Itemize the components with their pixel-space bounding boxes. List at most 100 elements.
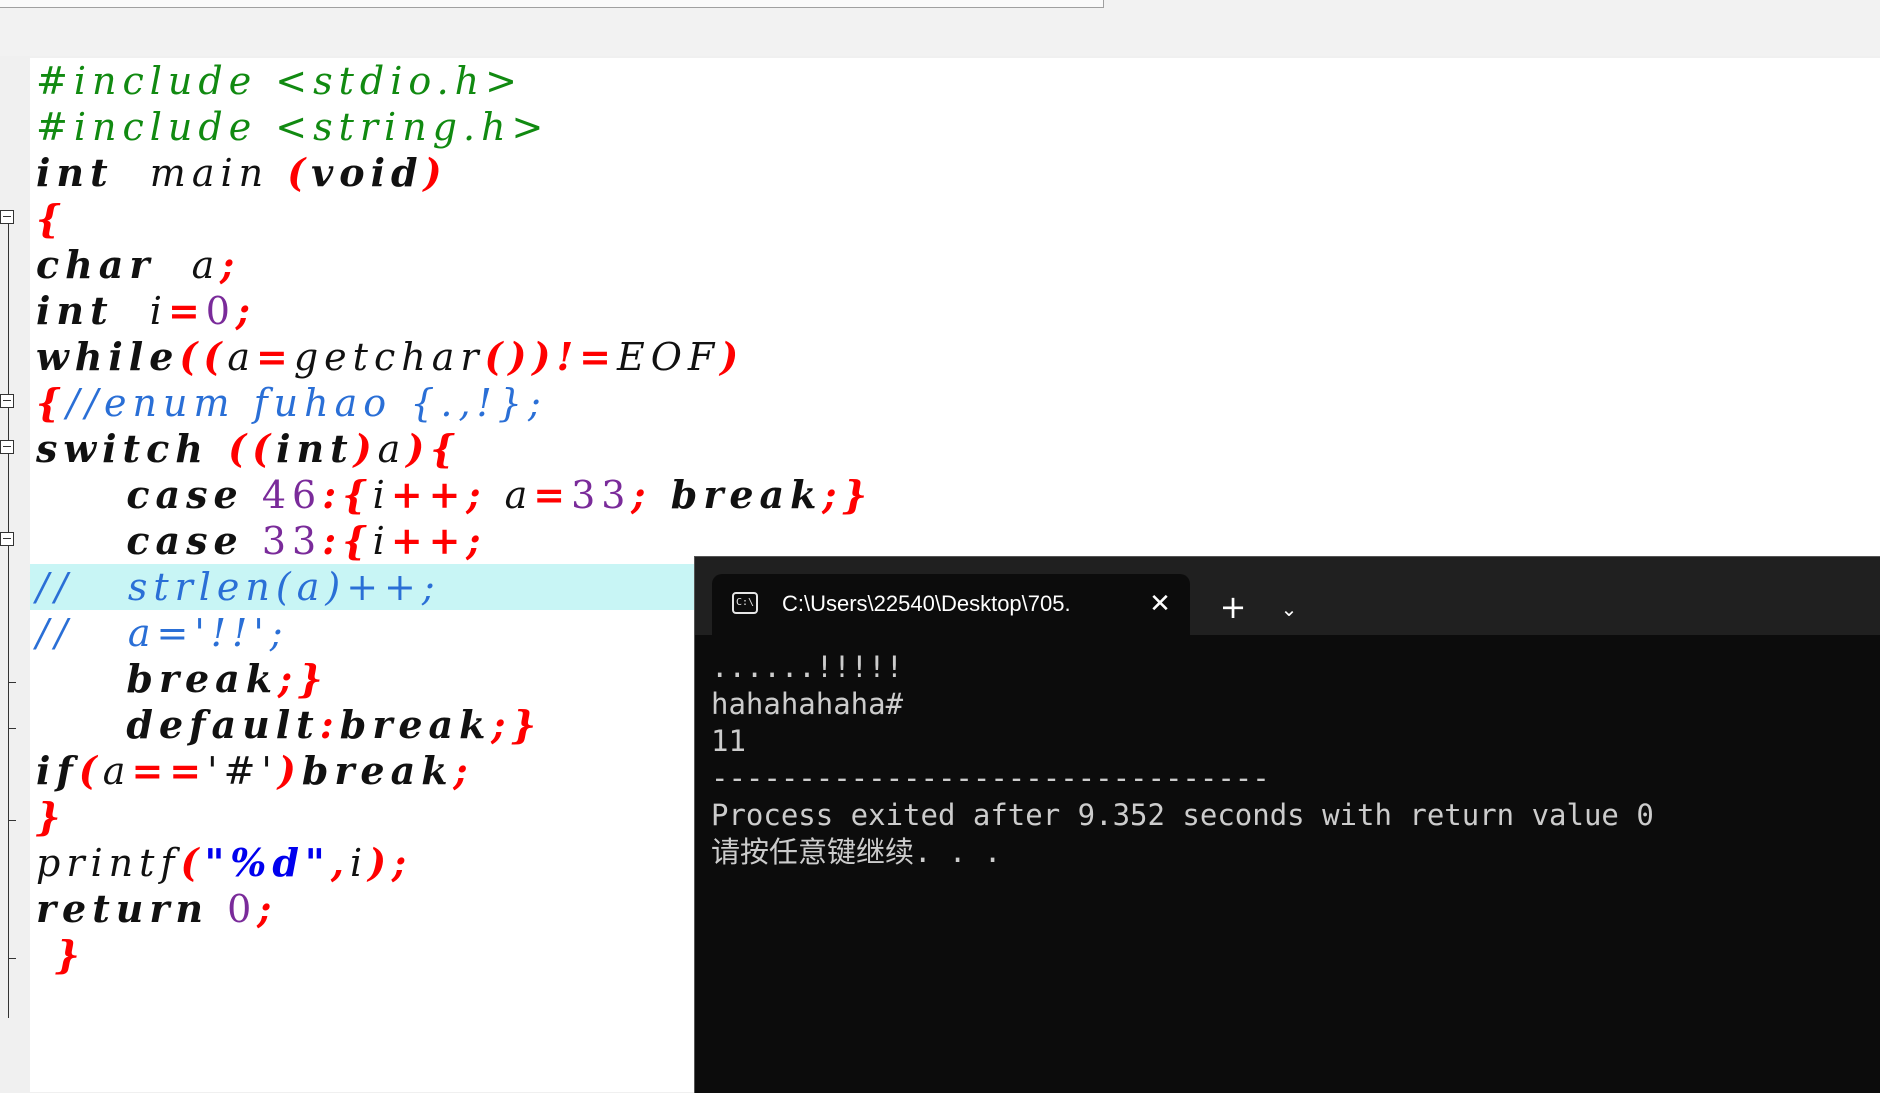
code-token: == xyxy=(131,748,208,793)
code-line: {//enum fuhao {.,!}; xyxy=(36,380,547,426)
code-token: ( xyxy=(287,150,312,195)
code-token: main xyxy=(113,151,288,195)
code-token: ++; xyxy=(390,518,487,563)
fold-end-case xyxy=(8,682,16,683)
code-token: ) xyxy=(353,426,378,471)
fold-toggle-main[interactable] xyxy=(0,210,14,224)
code-token: ++; xyxy=(390,472,487,517)
console-line: 11 xyxy=(711,724,746,758)
code-token: ; xyxy=(257,886,278,931)
console-window[interactable]: C:\ C:\Users\22540\Desktop\705. ✕ + ⌄ ..… xyxy=(694,556,1880,1093)
console-tab[interactable]: C:\ C:\Users\22540\Desktop\705. ✕ xyxy=(712,574,1190,635)
code-token: (( xyxy=(179,334,228,379)
code-line: while((a=getchar())!=EOF) xyxy=(36,334,744,380)
fold-toggle-case[interactable] xyxy=(0,532,14,546)
console-output: ......!!!!! hahahahaha# 11 ----------------… xyxy=(711,649,1871,871)
code-token: ())!= xyxy=(484,334,617,379)
code-line: { xyxy=(36,196,66,242)
code-token: "%d" xyxy=(204,840,331,885)
code-token: case xyxy=(126,518,244,563)
code-token: ( xyxy=(180,840,205,885)
code-token: //enum fuhao {.,!}; xyxy=(66,381,547,425)
code-token: ; xyxy=(631,472,652,517)
code-token: '#' xyxy=(207,749,278,793)
code-token: 46 xyxy=(261,473,323,517)
code-token: #include <stdio.h> xyxy=(36,59,523,103)
code-token: = xyxy=(533,472,572,517)
code-token: { xyxy=(36,380,67,425)
code-line: // a='!!'; xyxy=(36,610,289,656)
code-line: // strlen(a)++; xyxy=(36,564,441,610)
code-token: ) xyxy=(277,748,302,793)
code-token: a xyxy=(155,243,221,287)
code-line: if(a=='#')break; xyxy=(36,748,474,794)
code-token: = xyxy=(167,288,206,333)
code-token: a xyxy=(486,473,534,517)
code-token: { xyxy=(36,196,67,241)
code-token: case xyxy=(126,472,244,517)
code-token: default xyxy=(126,702,320,747)
toolbar-area xyxy=(0,0,1880,56)
code-token: printf xyxy=(36,841,181,885)
code-token: ) xyxy=(423,150,448,195)
code-token: (( xyxy=(208,426,277,471)
code-token: int xyxy=(36,150,114,195)
code-line: default:break;} xyxy=(36,702,542,748)
code-line: } xyxy=(36,932,86,978)
code-token: = xyxy=(256,334,294,379)
code-line: int i=0; xyxy=(36,288,256,334)
code-token: break xyxy=(651,472,823,517)
code-token: :{ xyxy=(322,472,373,517)
close-icon[interactable]: ✕ xyxy=(1144,588,1176,620)
code-token: while xyxy=(36,334,180,379)
toolbar-field[interactable] xyxy=(0,0,1104,8)
code-token: 0 xyxy=(205,289,236,333)
code-token: // a='!!'; xyxy=(36,611,289,655)
code-token: switch xyxy=(36,426,209,471)
code-token: i xyxy=(349,841,369,885)
code-token: a xyxy=(227,335,257,379)
code-token: i xyxy=(372,519,391,563)
code-token: break xyxy=(301,748,454,793)
code-token: i xyxy=(113,289,168,333)
console-tab-bar: C:\ C:\Users\22540\Desktop\705. ✕ + ⌄ xyxy=(695,557,1880,635)
code-token: char xyxy=(36,242,156,287)
code-line: break;} xyxy=(36,656,329,702)
code-line: case 33:{i++; xyxy=(36,518,487,564)
code-token: a xyxy=(377,427,407,471)
code-token: ; xyxy=(453,748,474,793)
code-token: ( xyxy=(78,748,103,793)
code-line: printf("%d",i); xyxy=(36,840,412,886)
code-token: i xyxy=(372,473,391,517)
code-line: #include <string.h> xyxy=(36,104,549,150)
console-line: 请按任意键继续. . . xyxy=(711,835,1002,869)
console-line: -------------------------------- xyxy=(711,761,1270,795)
chevron-down-icon[interactable]: ⌄ xyxy=(1269,589,1309,629)
fold-toggle-while[interactable] xyxy=(0,394,14,408)
code-token: if xyxy=(36,748,79,793)
console-line: Process exited after 9.352 seconds with … xyxy=(711,798,1654,832)
fold-end-while xyxy=(8,820,16,821)
code-token: 33 xyxy=(571,473,632,517)
code-line: } xyxy=(36,794,66,840)
code-line: switch ((int)a){ xyxy=(36,426,461,472)
code-token: // strlen(a)++; xyxy=(36,565,441,609)
code-token: : xyxy=(319,702,340,747)
code-token: } xyxy=(36,932,86,977)
code-token: a xyxy=(102,749,132,793)
code-token: void xyxy=(311,150,424,195)
code-token: EOF xyxy=(617,335,721,379)
code-line: #include <stdio.h> xyxy=(36,58,523,104)
code-token: } xyxy=(36,794,67,839)
fold-end-main xyxy=(8,958,16,959)
new-tab-button[interactable]: + xyxy=(1213,587,1253,627)
code-token: int xyxy=(276,426,354,471)
code-token: ;} xyxy=(822,472,873,517)
fold-toggle-switch[interactable] xyxy=(0,440,14,454)
code-token: :{ xyxy=(322,518,373,563)
